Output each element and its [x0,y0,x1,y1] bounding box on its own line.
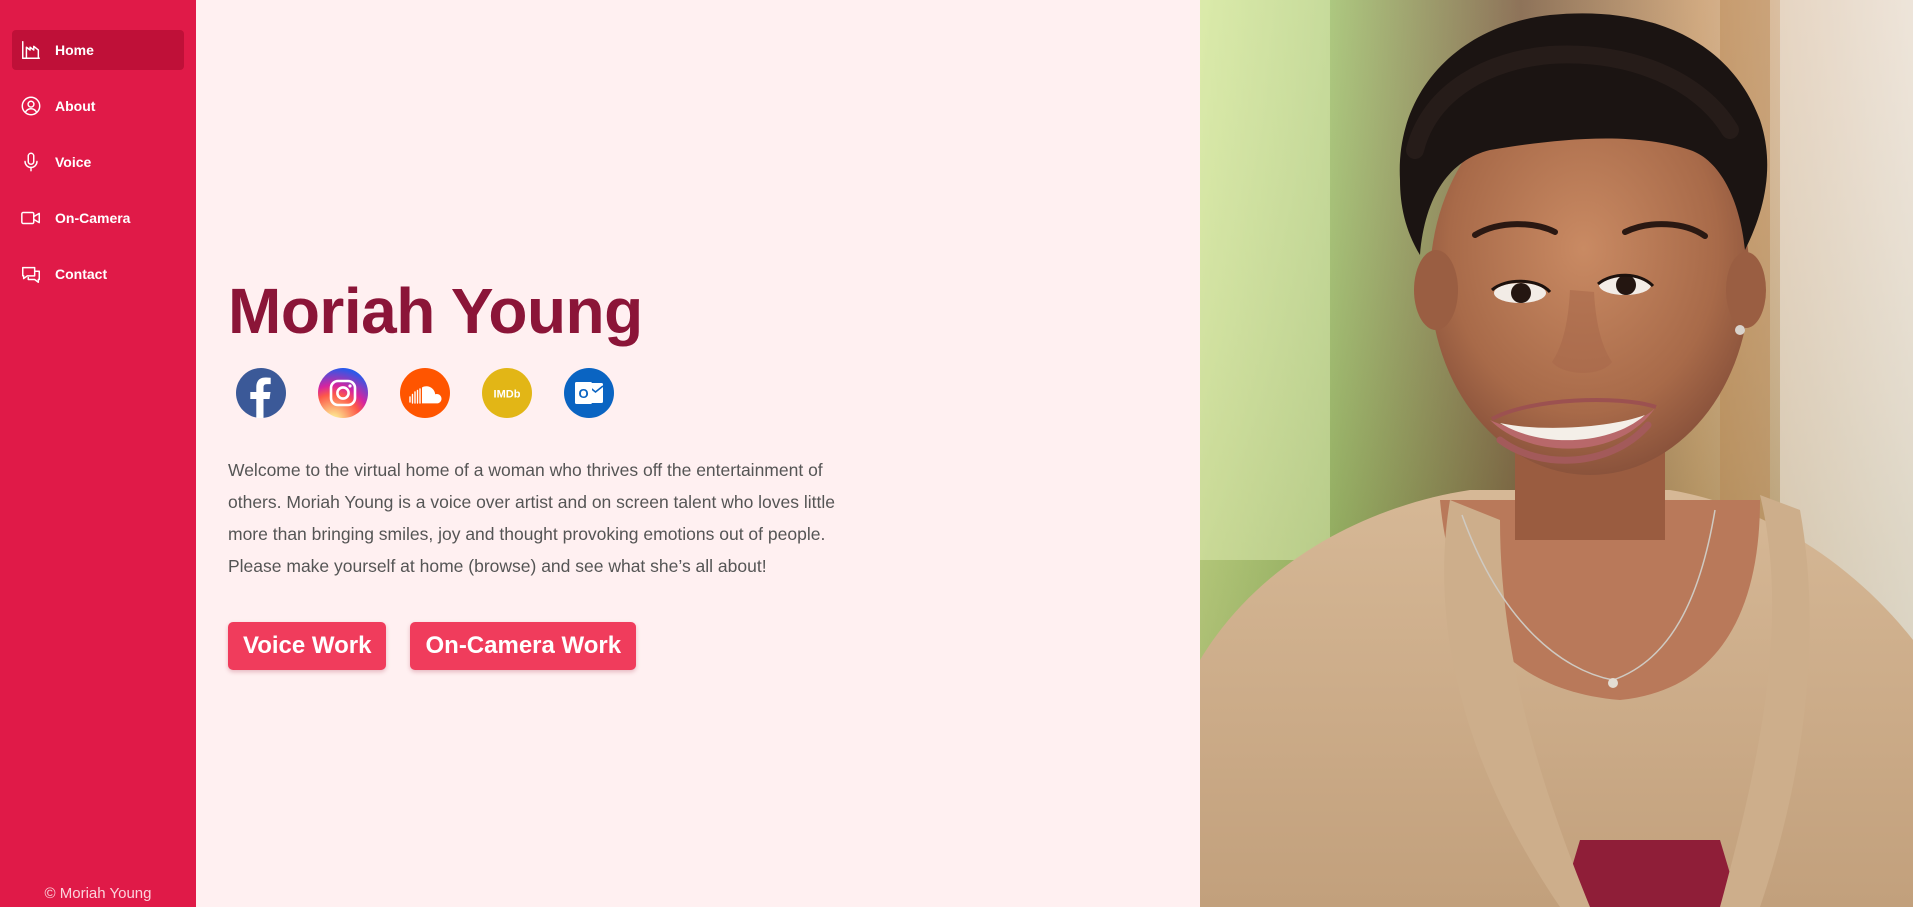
imdb-label: IMDb [494,389,521,401]
sidebar-item-voice[interactable]: Voice [12,142,184,182]
intro-paragraph: Welcome to the virtual home of a woman w… [228,460,836,576]
sidebar-item-label: Voice [55,154,92,170]
cta-buttons: Voice Work On-Camera Work [228,622,660,670]
sidebar-item-on-camera[interactable]: On-Camera [12,198,184,238]
soundcloud-link[interactable] [400,368,450,418]
headshot-photo [1200,0,1913,907]
user-icon [20,95,42,117]
sidebar-item-label: On-Camera [55,210,131,226]
instagram-link[interactable] [318,368,368,418]
copyright-text: © Moriah Young [44,885,152,902]
instagram-icon [318,368,368,418]
social-links: IMDb O [236,368,646,418]
main-content: Moriah Young IMDb O Welcome to the virtu… [196,0,1200,907]
on-camera-work-button[interactable]: On-Camera Work [410,622,637,670]
facebook-link[interactable] [236,368,286,418]
sidebar: Home About Voice On-Camera Contact © Mor… [0,0,196,907]
home-icon [20,39,42,61]
page-title: Moriah Young [228,275,643,347]
microphone-icon [20,151,42,173]
facebook-icon [236,368,286,418]
voice-work-button[interactable]: Voice Work [228,622,387,670]
sidebar-item-label: Contact [55,266,108,282]
sidebar-item-contact[interactable]: Contact [12,254,184,294]
chat-icon [20,263,42,285]
sidebar-item-about[interactable]: About [12,86,184,126]
soundcloud-icon [400,368,450,418]
video-camera-icon [20,207,42,229]
sidebar-item-label: About [55,98,96,114]
outlook-link[interactable]: O [564,368,614,418]
sidebar-item-label: Home [55,42,94,58]
outlook-label: O [578,386,588,401]
imdb-icon: IMDb [482,368,532,418]
sidebar-nav: Home About Voice On-Camera Contact [0,0,196,294]
imdb-link[interactable]: IMDb [482,368,532,418]
sidebar-item-home[interactable]: Home [12,30,184,70]
outlook-icon: O [564,368,614,418]
